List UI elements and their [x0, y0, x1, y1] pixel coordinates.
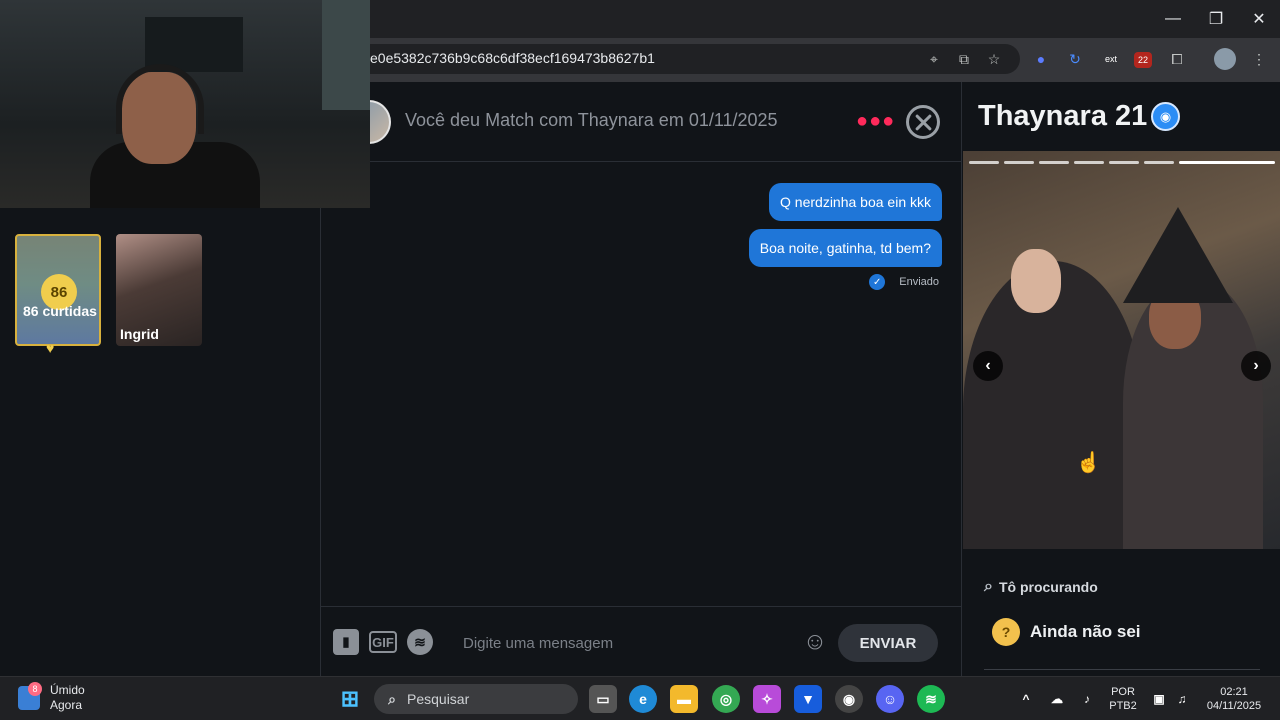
install-app-icon[interactable]: ⧉ [953, 48, 975, 70]
extension-ext-icon[interactable]: ext [1100, 48, 1122, 70]
language-top: POR [1111, 686, 1135, 698]
emoji-icon[interactable]: ☺ [802, 628, 828, 655]
clock-time: 02:21 [1220, 686, 1248, 698]
looking-for-label-row: ⌕ Tô procurando [984, 578, 1098, 596]
chat-panel: Você deu Match com Thaynara em 01/11/202… [321, 82, 961, 676]
message-bubble: Q nerdzinha boa ein kkk [769, 183, 942, 221]
profile-photo[interactable]: ‹ › [963, 151, 1280, 549]
weather-widget[interactable]: 8 Úmido Agora [18, 682, 85, 713]
weather-text: Úmido Agora [50, 683, 85, 713]
address-url[interactable]: e0e5382c736b9c68c6df38ecf169473b8627b1 [370, 50, 655, 66]
weather-badge: 8 [28, 682, 42, 696]
sent-check-icon: ✓ [869, 274, 886, 290]
language-bottom: PTB2 [1109, 700, 1137, 712]
match-name: Ingrid [120, 326, 159, 342]
chat-header: Você deu Match com Thaynara em 01/11/202… [321, 82, 961, 162]
taskbar-search-placeholder: Pesquisar [407, 691, 470, 707]
search-icon: ⌕ [984, 578, 993, 595]
weather-label: Úmido [50, 683, 85, 697]
chevron-left-icon[interactable]: ‹ [973, 351, 1003, 381]
search-icon: ⌕ [388, 690, 396, 707]
match-info-text: Você deu Match com Thaynara em 01/11/202… [405, 110, 778, 130]
photo-progress-segment [1004, 161, 1034, 164]
windows-start-icon[interactable]: ⊞ [336, 685, 364, 713]
bitwarden-icon[interactable]: ▼ [794, 685, 822, 713]
clock-date: 04/11/2025 [1206, 700, 1262, 712]
photo-progress-segment [1109, 161, 1139, 164]
contact-card-icon[interactable]: ▮ [333, 629, 359, 655]
profile-name-age: Thaynara 21 [978, 100, 1148, 132]
looking-for-label: Tô procurando [998, 579, 1098, 595]
gold-heart-icon: ♥ [46, 340, 55, 356]
more-options-icon[interactable]: ●●● [856, 110, 895, 133]
photo-progress-segment-active [1179, 161, 1275, 164]
match-card-ingrid[interactable]: Ingrid [116, 234, 202, 346]
photo-progress-segment [1074, 161, 1104, 164]
task-view-icon[interactable]: ▭ [589, 685, 617, 713]
cloud-icon[interactable]: ☁ [1043, 685, 1071, 713]
message-bubble: Boa noite, gatinha, td bem? [748, 229, 942, 267]
obs-icon[interactable]: ◉ [835, 685, 863, 713]
extension-translate-icon[interactable]: ↻ [1064, 48, 1086, 70]
discord-icon[interactable]: ☺ [876, 685, 904, 713]
microphone-icon[interactable]: ♪ [1073, 685, 1101, 713]
spotify-taskbar-icon[interactable]: ≋ [917, 685, 945, 713]
tray-chevron-up-icon[interactable]: ^ [1012, 685, 1040, 713]
profile-panel: Thaynara 21 ◉ ‹ › ⌕ Tô procurando ? Aind… [961, 82, 1280, 676]
likes-label: 86 curtidas [23, 303, 97, 319]
close-chat-icon[interactable] [906, 105, 940, 139]
volume-icon[interactable]: ♫ [1168, 685, 1196, 713]
location-icon[interactable]: ⌖ [923, 48, 945, 70]
looking-for-value: Ainda não sei [1030, 622, 1141, 641]
weather-icon: 8 [18, 682, 42, 710]
file-explorer-icon[interactable]: ▬ [670, 685, 698, 713]
close-window-icon[interactable]: ✕ [1239, 6, 1279, 32]
language-indicator[interactable]: POR PTB2 [1108, 685, 1138, 713]
webcam-curtain [322, 0, 370, 110]
edge-icon[interactable]: e [629, 685, 657, 713]
thinking-emoji-icon: ? [992, 618, 1020, 646]
restore-icon[interactable]: ❐ [1196, 6, 1236, 32]
chevron-right-icon[interactable]: › [1241, 351, 1271, 381]
message-input[interactable] [463, 627, 793, 659]
photo-progress-segment [1039, 161, 1069, 164]
windows-taskbar: 8 Úmido Agora ⊞ ⌕ Pesquisar ▭ e ▬ ◎ ✧ ▼ … [0, 676, 1280, 720]
chrome-icon[interactable]: ◎ [712, 685, 740, 713]
verified-camera-icon[interactable]: ◉ [1151, 102, 1180, 131]
weather-sub: Agora [50, 698, 83, 712]
hand-cursor-icon: ☝ [1076, 452, 1101, 474]
extension-badge-icon[interactable]: 22 [1134, 52, 1152, 68]
spotify-icon[interactable]: ≋ [407, 629, 433, 655]
photo-progress-segment [1144, 161, 1174, 164]
webcam-overlay [0, 0, 370, 208]
extension-vpn-icon[interactable]: ● [1030, 48, 1052, 70]
browser-menu-icon[interactable]: ⋮ [1248, 48, 1270, 70]
webcam-headphones [116, 64, 204, 134]
sent-status-label: Enviado [899, 276, 939, 288]
sent-status: ✓ Enviado [869, 274, 939, 290]
photo-hat [1123, 207, 1233, 303]
looking-for-value-row: ? Ainda não sei [992, 618, 1141, 646]
bookmark-star-icon[interactable]: ☆ [983, 48, 1005, 70]
divider [984, 669, 1260, 670]
photo-progress-segment [969, 161, 999, 164]
extensions-puzzle-icon[interactable]: ⧠ [1166, 48, 1188, 70]
likes-card[interactable]: 86 86 curtidas [15, 234, 101, 346]
photo-face [1011, 249, 1061, 313]
gif-button[interactable]: GIF [369, 631, 397, 653]
profile-avatar-icon[interactable] [1214, 48, 1236, 70]
copilot-icon[interactable]: ✧ [753, 685, 781, 713]
clock[interactable]: 02:21 04/11/2025 [1200, 685, 1268, 713]
minimize-icon[interactable]: — [1153, 6, 1193, 32]
send-button[interactable]: ENVIAR [838, 624, 938, 662]
message-composer: ▮ GIF ≋ ☺ ENVIAR [321, 606, 961, 676]
